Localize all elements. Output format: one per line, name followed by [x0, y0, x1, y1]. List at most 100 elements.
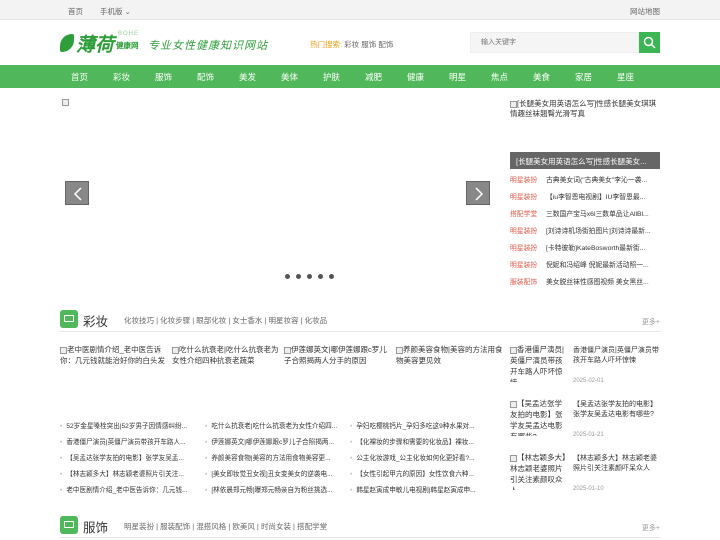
logo-english: BOHE	[118, 31, 140, 37]
nav-item-home-life[interactable]: 家居	[575, 71, 592, 83]
thumbnail-article[interactable]: 伊莲娜英文|哪伊莲娜跟c罗儿子合照揭两人分手的原因	[284, 344, 394, 366]
list-item[interactable]: 明星装扮 倪妮和冯绍峰 倪妮最新活动照一...	[510, 259, 660, 271]
nav-item-skincare[interactable]: 护肤	[323, 71, 340, 83]
section-title[interactable]: 彩妆	[83, 311, 108, 330]
hot-search: 热门搜索: 彩妆 服饰 配饰	[310, 39, 393, 50]
list-item[interactable]: 52岁金星嗓栓突出|52岁男子因情感纠纷...	[60, 420, 200, 431]
section-subcategories[interactable]: 化妆技巧 | 化妆步骤 | 眼部化妆 | 女士香水 | 明星妆容 | 化妆品	[124, 315, 327, 326]
nav-item-home[interactable]: 首页	[71, 71, 88, 83]
news-card[interactable]: 香港僵尸演员|英僵尸演员带孩开车路人吓坏惊悚 香港僵尸演员|英僵尸演员带孩开车路…	[510, 344, 660, 392]
nav-item-stars[interactable]: 明星	[449, 71, 466, 83]
list-item[interactable]: 服装配饰 美女脱丝袜性感图视频 美女黑丝...	[510, 276, 660, 288]
nav-item-makeup[interactable]: 彩妆	[113, 71, 130, 83]
list-item[interactable]: 伊莲娜英文|哪伊莲娜跟c罗儿子合照揭两...	[205, 436, 345, 447]
news-card-date: 2025-01-10	[573, 486, 604, 492]
list-item[interactable]: 养颜美容食物|美容的方法用食物美容更...	[205, 452, 345, 463]
category-label[interactable]: 明星装扮	[510, 174, 537, 184]
list-item[interactable]: 明星装扮 [刘诗诗机场街拍图片]刘诗诗最新...	[510, 225, 660, 237]
slider-dot[interactable]	[307, 274, 312, 279]
category-label[interactable]: 明星装扮	[510, 191, 537, 201]
section-subcategories[interactable]: 明星装扮 | 服装配饰 | 混搭风格 | 欧美风 | 时尚女装 | 搭配学堂	[124, 521, 327, 532]
slider-dot[interactable]	[318, 274, 323, 279]
list-item[interactable]: 老中医剧情介绍_老中医告诉你：几元钱...	[60, 484, 200, 495]
nav-item-horoscope[interactable]: 星座	[617, 71, 634, 83]
news-card-image[interactable]: 【吴孟达张学友拍的电影】张学友吴孟达电影有哪些?	[510, 398, 568, 436]
news-card[interactable]: 【林志颖多大】林志颖老婆照片引关注素颜叹众人 【林志颖多大】林志颖老婆照片引关注…	[510, 452, 660, 500]
thumbnail-article[interactable]: 老中医剧情介绍_老中医告诉你：几元钱就能治好你的白头发	[60, 344, 170, 366]
list-item[interactable]: 【吴孟达张学友拍的电影】张学友吴孟...	[60, 452, 200, 463]
list-item[interactable]: [美女即妆觉丑女视]丑女变美女的逆袭电...	[205, 468, 345, 479]
mobile-version-link[interactable]: 手机版 ⌄	[100, 6, 131, 17]
section-icon	[60, 516, 78, 534]
article-title[interactable]: 【iu李智恩电视剧】IU李智恩最...	[546, 191, 660, 201]
broken-image-icon	[510, 400, 517, 408]
news-card-title[interactable]: 【吴孟达张学友拍的电影】张学友吴孟达电影有哪些?	[573, 400, 660, 420]
broken-image-icon	[396, 346, 403, 354]
list-item[interactable]: 搭配学堂 三数国产宝马x6l三数单品让AllBl...	[510, 208, 660, 220]
banner-slider[interactable]	[60, 97, 492, 313]
category-label[interactable]: 明星装扮	[510, 259, 537, 269]
article-title[interactable]: [刘诗诗机场街拍图片]刘诗诗最新...	[546, 225, 660, 235]
broken-image-icon	[284, 346, 291, 354]
more-link[interactable]: 更多+	[642, 317, 660, 327]
nav-item-health[interactable]: 健康	[407, 71, 424, 83]
slider-prev-button[interactable]	[65, 181, 89, 205]
article-title[interactable]: [卡特彼勒]KateBosworth最新街...	[546, 242, 660, 252]
list-item[interactable]: 韩星赵寅成申敏儿电视剧|韩星赵寅成申...	[350, 484, 490, 495]
nav-item-focus[interactable]: 焦点	[491, 71, 508, 83]
nav-item-clothing[interactable]: 服饰	[155, 71, 172, 83]
list-item[interactable]: 明星装扮 【iu李智恩电视剧】IU李智恩最...	[510, 191, 660, 203]
section-title[interactable]: 服饰	[83, 517, 108, 536]
main-nav: 首页 彩妆 服饰 配饰 美发 美体 护肤 减肥 健康 明星 焦点 美食 家居 星…	[0, 65, 720, 88]
list-item[interactable]: 吃什么抗衰老|吃什么抗衰老为女性介绍四...	[205, 420, 345, 431]
news-card-image-alt: 【林志颖多大】林志颖老婆照片引关注素颜叹众人	[510, 453, 566, 490]
list-item[interactable]: 【林志颖多大】林志颖老婆照片引关注...	[60, 468, 200, 479]
hot-search-words[interactable]: 彩妆 服饰 配饰	[344, 40, 393, 49]
slider-dot[interactable]	[296, 274, 301, 279]
broken-image-icon	[510, 346, 517, 354]
nav-item-diet[interactable]: 减肥	[365, 71, 382, 83]
broken-image-icon	[510, 100, 517, 108]
thumbnail-title: 老中医剧情介绍_老中医告诉你：几元钱就能治好你的白头发	[60, 345, 165, 365]
article-title[interactable]: 美女脱丝袜性感图视频 美女黑丝...	[546, 276, 660, 286]
chevron-left-icon	[73, 187, 82, 201]
list-item[interactable]: 香港僵尸演员|英僵尸演员带孩开车路人...	[60, 436, 200, 447]
list-item[interactable]: 孕妇吃樱桃钙片_孕妇多吃这9种水果对...	[350, 420, 490, 431]
list-item[interactable]: 明星装扮 [卡特彼勒]KateBosworth最新街...	[510, 242, 660, 254]
more-link[interactable]: 更多+	[642, 523, 660, 533]
category-label[interactable]: 搭配学堂	[510, 208, 537, 218]
section-header-makeup: 彩妆 化妆技巧 | 化妆步骤 | 眼部化妆 | 女士香水 | 明星妆容 | 化妆…	[60, 308, 660, 332]
search-input[interactable]	[470, 32, 639, 53]
side-feature-caption[interactable]: [长腿美女用英语怎么写]性感长腿美女...	[510, 152, 660, 169]
list-item[interactable]: 公主化妆游戏_公主化妆如何化更好看?...	[350, 452, 490, 463]
news-card-image[interactable]: 【林志颖多大】林志颖老婆照片引关注素颜叹众人	[510, 452, 568, 490]
news-card[interactable]: 【吴孟达张学友拍的电影】张学友吴孟达电影有哪些? 【吴孟达张学友拍的电影】张学友…	[510, 398, 660, 446]
slider-next-button[interactable]	[466, 181, 490, 205]
nav-item-accessories[interactable]: 配饰	[197, 71, 214, 83]
news-card-title[interactable]: 香港僵尸演员|英僵尸演员带孩开车路人吓坏惊悚	[573, 346, 660, 366]
category-label[interactable]: 明星装扮	[510, 242, 537, 252]
category-label[interactable]: 明星装扮	[510, 225, 537, 235]
thumbnail-article[interactable]: 吃什么抗衰老|吃什么抗衰老为女性介绍四种抗衰老蔬菜	[172, 344, 282, 366]
side-feature-image[interactable]: [长腿美女用英语怎么写]性感长腿美女琪琪情趣丝袜翘臀光滑写真	[510, 99, 660, 149]
list-item[interactable]: 【女性引起甲亢的原因】女性饮食六种...	[350, 468, 490, 479]
nav-item-hair[interactable]: 美发	[239, 71, 256, 83]
home-link[interactable]: 首页	[68, 6, 83, 17]
search-button[interactable]	[639, 32, 660, 53]
thumbnail-article[interactable]: 养颜美容食物|美容的方法用食物美容更见效	[396, 344, 506, 366]
list-item[interactable]: [林依晨郑元畅]曝郑元畅亲自为粉丝挑选...	[205, 484, 345, 495]
slider-dot[interactable]	[285, 274, 290, 279]
sitemap-link[interactable]: 网站地图	[630, 6, 660, 17]
news-card-image[interactable]: 香港僵尸演员|英僵尸演员带孩开车路人吓坏惊悚	[510, 344, 568, 382]
nav-item-body[interactable]: 美体	[281, 71, 298, 83]
list-item[interactable]: 明星装扮 古典美女词("古典美女"李沁一袭...	[510, 174, 660, 186]
thumbnail-title: 伊莲娜英文|哪伊莲娜跟c罗儿子合照揭两人分手的原因	[284, 345, 387, 365]
news-card-title[interactable]: 【林志颖多大】林志颖老婆照片引关注素颜吓呆众人	[573, 454, 660, 474]
slider-dot[interactable]	[329, 274, 334, 279]
list-item[interactable]: 【化裸妆的步骤和需要的化妆品】裸妆...	[350, 436, 490, 447]
category-label[interactable]: 服装配饰	[510, 276, 537, 286]
article-title[interactable]: 倪妮和冯绍峰 倪妮最新活动照一...	[546, 259, 660, 269]
article-title[interactable]: 古典美女词("古典美女"李沁一袭...	[546, 174, 660, 184]
nav-item-food[interactable]: 美食	[533, 71, 550, 83]
article-title[interactable]: 三数国产宝马x6l三数单品让AllBl...	[546, 208, 660, 218]
